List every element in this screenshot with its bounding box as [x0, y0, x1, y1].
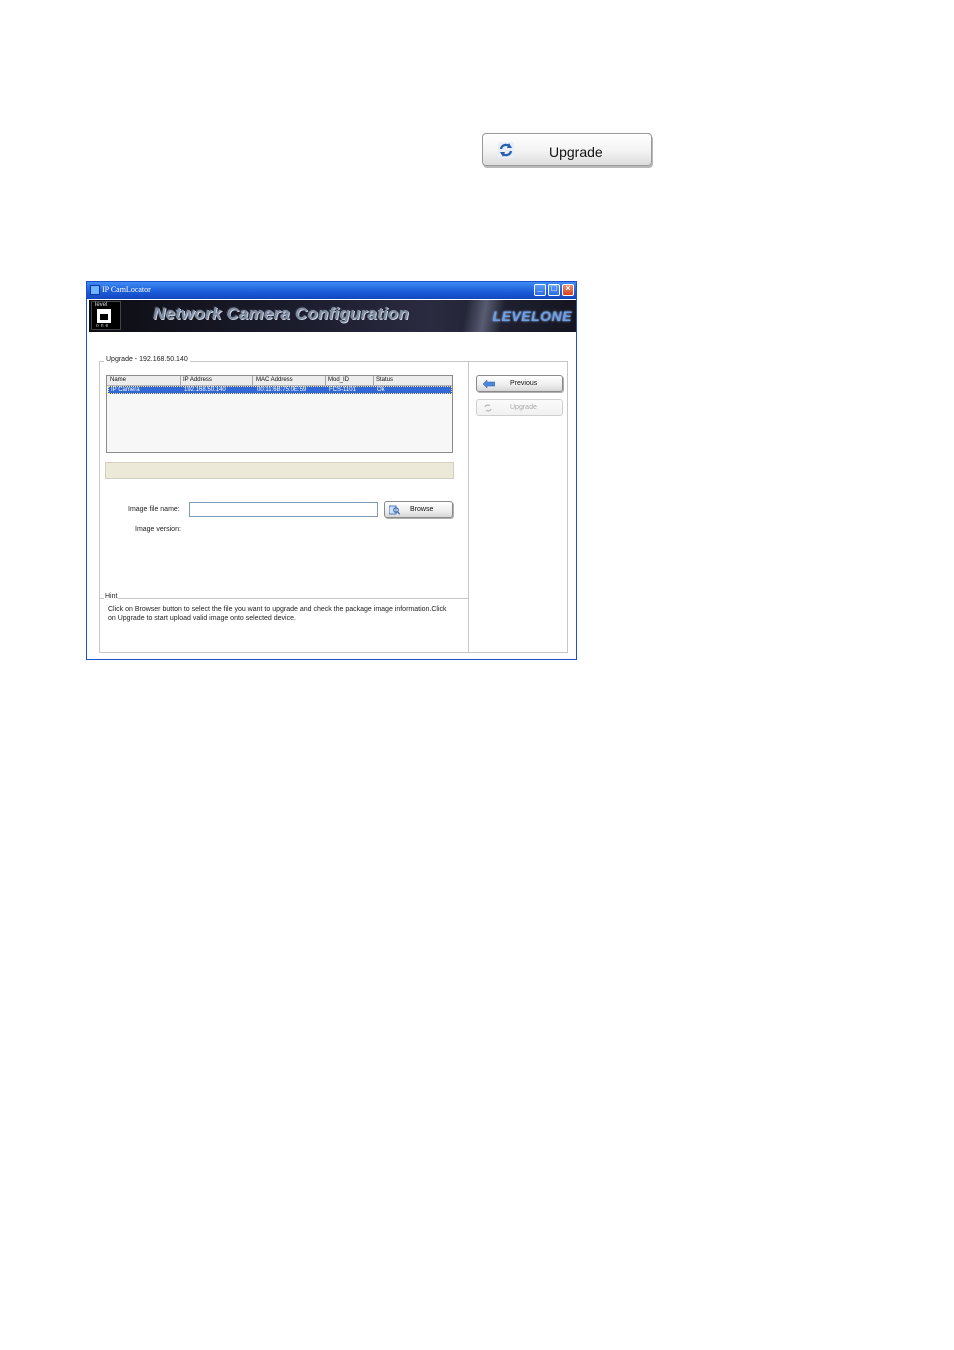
arrow-left-icon: [483, 380, 495, 388]
previous-button[interactable]: Previous: [476, 375, 563, 392]
device-table[interactable]: Name IP Address MAC Address Mod_ID Statu…: [106, 375, 453, 453]
close-button[interactable]: ×: [562, 283, 574, 296]
logo-mark-icon: [97, 309, 111, 323]
upgrade-button-label: Upgrade: [549, 144, 603, 160]
brand-logo-text: LEVELONE: [492, 308, 572, 324]
browse-label: Browse: [410, 506, 434, 513]
previous-label: Previous: [510, 380, 538, 387]
hint-text: Click on Browser button to select the fi…: [108, 606, 447, 622]
close-icon: ×: [565, 283, 571, 293]
maximize-icon: □: [551, 283, 557, 293]
browse-icon: [389, 505, 400, 515]
cell-modid: FCS-1101: [329, 387, 356, 393]
upgrade-label: Upgrade: [510, 404, 537, 411]
levelone-logo: level one: [91, 301, 121, 330]
upgrade-icon: [498, 142, 514, 158]
table-row[interactable]: IP Camera 192.168.50.140 00:11:6B:75:0E:…: [108, 386, 452, 394]
logo-top-text: level: [95, 302, 108, 308]
column-header-mac[interactable]: MAC Address: [256, 377, 293, 383]
ip-camlocator-window: IP CamLocator _ □ × level one Network Ca…: [86, 281, 577, 660]
window-titlebar[interactable]: IP CamLocator _ □ ×: [87, 282, 576, 299]
hint-title: Hint: [104, 593, 119, 600]
logo-bottom-text: one: [96, 323, 111, 329]
upgrade-button[interactable]: Upgrade: [476, 399, 563, 416]
banner-title: Network Camera Configuration: [153, 304, 409, 323]
table-header: Name IP Address MAC Address Mod_ID Statu…: [107, 376, 452, 386]
cell-status: Ok: [377, 387, 385, 393]
app-icon: [90, 285, 100, 295]
column-header-name[interactable]: Name: [110, 377, 126, 383]
cell-ip: 192.168.50.140: [184, 387, 226, 393]
upgrade-icon: [484, 404, 492, 412]
cell-name: IP Camera: [111, 387, 140, 393]
minimize-button[interactable]: _: [534, 283, 546, 296]
maximize-button[interactable]: □: [548, 283, 560, 296]
hint-divider: [100, 598, 469, 599]
column-header-ip[interactable]: IP Address: [183, 377, 212, 383]
image-version-label: Image version:: [135, 526, 181, 533]
panel-divider: [468, 362, 469, 652]
cell-mac: 00:11:6B:75:0E:59: [257, 387, 307, 393]
header-banner: level one Network Camera Configuration L…: [89, 300, 576, 332]
column-header-modid[interactable]: Mod_ID: [328, 377, 349, 383]
image-file-input[interactable]: [189, 502, 378, 517]
progress-status-bar: [105, 462, 454, 479]
group-title: Upgrade - 192.168.50.140: [104, 356, 190, 363]
browse-button[interactable]: Browse: [384, 501, 453, 518]
image-file-label: Image file name:: [128, 506, 180, 513]
upgrade-button-large[interactable]: Upgrade: [482, 133, 652, 166]
minimize-icon: _: [537, 283, 543, 293]
window-title: IP CamLocator: [102, 285, 151, 294]
column-header-status[interactable]: Status: [376, 377, 393, 383]
